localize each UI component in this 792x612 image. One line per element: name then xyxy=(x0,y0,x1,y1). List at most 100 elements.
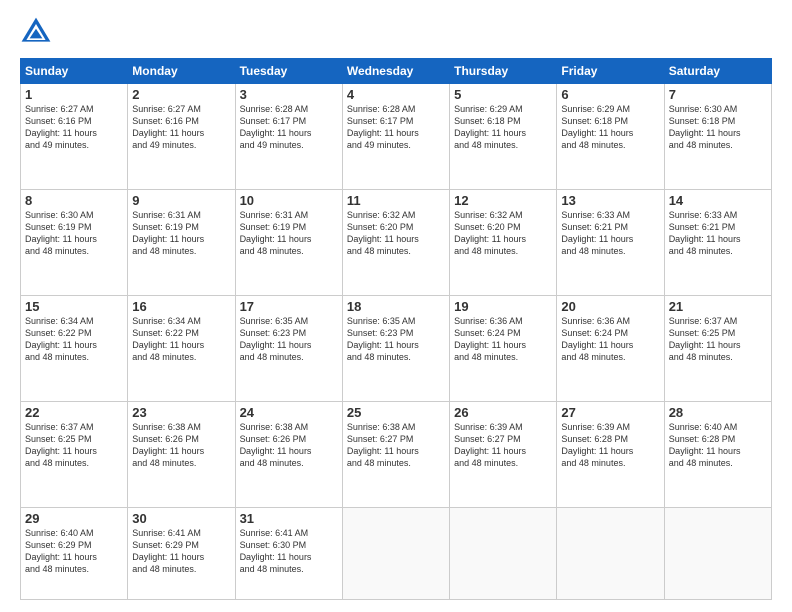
calendar-cell: 4Sunrise: 6:28 AM Sunset: 6:17 PM Daylig… xyxy=(342,84,449,190)
calendar-body: 1 Sunrise: 6:27 AM Sunset: 6:16 PM Daylig… xyxy=(21,84,772,600)
day-number: 15 xyxy=(25,299,123,314)
calendar-cell xyxy=(664,507,771,599)
calendar-cell: 16Sunrise: 6:34 AM Sunset: 6:22 PM Dayli… xyxy=(128,295,235,401)
day-number: 26 xyxy=(454,405,552,420)
day-number: 1 xyxy=(25,87,123,102)
day-number: 31 xyxy=(240,511,338,526)
calendar-cell: 19Sunrise: 6:36 AM Sunset: 6:24 PM Dayli… xyxy=(450,295,557,401)
calendar-cell: 6Sunrise: 6:29 AM Sunset: 6:18 PM Daylig… xyxy=(557,84,664,190)
calendar-cell: 11Sunrise: 6:32 AM Sunset: 6:20 PM Dayli… xyxy=(342,189,449,295)
cell-info: Sunrise: 6:38 AM Sunset: 6:26 PM Dayligh… xyxy=(132,421,230,470)
day-number: 12 xyxy=(454,193,552,208)
day-number: 29 xyxy=(25,511,123,526)
day-number: 23 xyxy=(132,405,230,420)
calendar-cell: 25Sunrise: 6:38 AM Sunset: 6:27 PM Dayli… xyxy=(342,401,449,507)
calendar-cell: 30Sunrise: 6:41 AM Sunset: 6:29 PM Dayli… xyxy=(128,507,235,599)
weekday-header: Monday xyxy=(128,59,235,84)
calendar-week-row: 29Sunrise: 6:40 AM Sunset: 6:29 PM Dayli… xyxy=(21,507,772,599)
day-number: 9 xyxy=(132,193,230,208)
cell-info: Sunrise: 6:36 AM Sunset: 6:24 PM Dayligh… xyxy=(561,315,659,364)
calendar-cell: 10Sunrise: 6:31 AM Sunset: 6:19 PM Dayli… xyxy=(235,189,342,295)
calendar-cell: 15Sunrise: 6:34 AM Sunset: 6:22 PM Dayli… xyxy=(21,295,128,401)
calendar-cell: 31Sunrise: 6:41 AM Sunset: 6:30 PM Dayli… xyxy=(235,507,342,599)
weekday-header: Thursday xyxy=(450,59,557,84)
weekday-header: Saturday xyxy=(664,59,771,84)
cell-info: Sunrise: 6:39 AM Sunset: 6:28 PM Dayligh… xyxy=(561,421,659,470)
day-number: 14 xyxy=(669,193,767,208)
cell-info: Sunrise: 6:35 AM Sunset: 6:23 PM Dayligh… xyxy=(347,315,445,364)
cell-info: Sunrise: 6:27 AM Sunset: 6:16 PM Dayligh… xyxy=(132,103,230,152)
calendar-cell: 9Sunrise: 6:31 AM Sunset: 6:19 PM Daylig… xyxy=(128,189,235,295)
cell-info: Sunrise: 6:36 AM Sunset: 6:24 PM Dayligh… xyxy=(454,315,552,364)
cell-info: Sunrise: 6:40 AM Sunset: 6:29 PM Dayligh… xyxy=(25,527,123,576)
day-number: 11 xyxy=(347,193,445,208)
calendar-week-row: 1 Sunrise: 6:27 AM Sunset: 6:16 PM Daylig… xyxy=(21,84,772,190)
cell-info: Sunrise: 6:29 AM Sunset: 6:18 PM Dayligh… xyxy=(561,103,659,152)
day-number: 27 xyxy=(561,405,659,420)
weekday-header: Tuesday xyxy=(235,59,342,84)
day-number: 5 xyxy=(454,87,552,102)
cell-info: Sunrise: 6:31 AM Sunset: 6:19 PM Dayligh… xyxy=(240,209,338,258)
calendar-cell: 28Sunrise: 6:40 AM Sunset: 6:28 PM Dayli… xyxy=(664,401,771,507)
cell-info: Sunrise: 6:41 AM Sunset: 6:30 PM Dayligh… xyxy=(240,527,338,576)
logo xyxy=(20,16,56,48)
calendar-cell xyxy=(557,507,664,599)
cell-info: Sunrise: 6:37 AM Sunset: 6:25 PM Dayligh… xyxy=(25,421,123,470)
cell-info: Sunrise: 6:38 AM Sunset: 6:27 PM Dayligh… xyxy=(347,421,445,470)
calendar-cell: 3Sunrise: 6:28 AM Sunset: 6:17 PM Daylig… xyxy=(235,84,342,190)
day-number: 18 xyxy=(347,299,445,314)
cell-info: Sunrise: 6:33 AM Sunset: 6:21 PM Dayligh… xyxy=(561,209,659,258)
calendar: SundayMondayTuesdayWednesdayThursdayFrid… xyxy=(20,58,772,600)
cell-info: Sunrise: 6:30 AM Sunset: 6:18 PM Dayligh… xyxy=(669,103,767,152)
cell-info: Sunrise: 6:39 AM Sunset: 6:27 PM Dayligh… xyxy=(454,421,552,470)
calendar-cell xyxy=(342,507,449,599)
cell-info: Sunrise: 6:38 AM Sunset: 6:26 PM Dayligh… xyxy=(240,421,338,470)
day-number: 20 xyxy=(561,299,659,314)
calendar-cell: 5Sunrise: 6:29 AM Sunset: 6:18 PM Daylig… xyxy=(450,84,557,190)
calendar-cell xyxy=(450,507,557,599)
weekday-header: Wednesday xyxy=(342,59,449,84)
calendar-cell: 24Sunrise: 6:38 AM Sunset: 6:26 PM Dayli… xyxy=(235,401,342,507)
page: SundayMondayTuesdayWednesdayThursdayFrid… xyxy=(0,0,792,612)
calendar-cell: 14Sunrise: 6:33 AM Sunset: 6:21 PM Dayli… xyxy=(664,189,771,295)
calendar-header: SundayMondayTuesdayWednesdayThursdayFrid… xyxy=(21,59,772,84)
day-number: 17 xyxy=(240,299,338,314)
calendar-cell: 13Sunrise: 6:33 AM Sunset: 6:21 PM Dayli… xyxy=(557,189,664,295)
calendar-cell: 22Sunrise: 6:37 AM Sunset: 6:25 PM Dayli… xyxy=(21,401,128,507)
cell-info: Sunrise: 6:29 AM Sunset: 6:18 PM Dayligh… xyxy=(454,103,552,152)
cell-info: Sunrise: 6:34 AM Sunset: 6:22 PM Dayligh… xyxy=(132,315,230,364)
cell-info: Sunrise: 6:34 AM Sunset: 6:22 PM Dayligh… xyxy=(25,315,123,364)
day-number: 6 xyxy=(561,87,659,102)
calendar-cell: 27Sunrise: 6:39 AM Sunset: 6:28 PM Dayli… xyxy=(557,401,664,507)
cell-info: Sunrise: 6:37 AM Sunset: 6:25 PM Dayligh… xyxy=(669,315,767,364)
day-number: 16 xyxy=(132,299,230,314)
day-number: 22 xyxy=(25,405,123,420)
logo-icon xyxy=(20,16,52,48)
calendar-week-row: 8Sunrise: 6:30 AM Sunset: 6:19 PM Daylig… xyxy=(21,189,772,295)
day-number: 24 xyxy=(240,405,338,420)
day-number: 2 xyxy=(132,87,230,102)
cell-info: Sunrise: 6:28 AM Sunset: 6:17 PM Dayligh… xyxy=(347,103,445,152)
calendar-cell: 20Sunrise: 6:36 AM Sunset: 6:24 PM Dayli… xyxy=(557,295,664,401)
day-number: 13 xyxy=(561,193,659,208)
day-number: 21 xyxy=(669,299,767,314)
cell-info: Sunrise: 6:32 AM Sunset: 6:20 PM Dayligh… xyxy=(454,209,552,258)
calendar-cell: 8Sunrise: 6:30 AM Sunset: 6:19 PM Daylig… xyxy=(21,189,128,295)
day-number: 30 xyxy=(132,511,230,526)
day-number: 28 xyxy=(669,405,767,420)
day-number: 10 xyxy=(240,193,338,208)
cell-info: Sunrise: 6:31 AM Sunset: 6:19 PM Dayligh… xyxy=(132,209,230,258)
weekday-header: Sunday xyxy=(21,59,128,84)
day-number: 19 xyxy=(454,299,552,314)
cell-info: Sunrise: 6:32 AM Sunset: 6:20 PM Dayligh… xyxy=(347,209,445,258)
day-number: 7 xyxy=(669,87,767,102)
weekday-header: Friday xyxy=(557,59,664,84)
day-number: 8 xyxy=(25,193,123,208)
day-number: 3 xyxy=(240,87,338,102)
cell-info: Sunrise: 6:41 AM Sunset: 6:29 PM Dayligh… xyxy=(132,527,230,576)
calendar-cell: 21Sunrise: 6:37 AM Sunset: 6:25 PM Dayli… xyxy=(664,295,771,401)
calendar-cell: 26Sunrise: 6:39 AM Sunset: 6:27 PM Dayli… xyxy=(450,401,557,507)
cell-info: Sunrise: 6:30 AM Sunset: 6:19 PM Dayligh… xyxy=(25,209,123,258)
cell-info: Sunrise: 6:35 AM Sunset: 6:23 PM Dayligh… xyxy=(240,315,338,364)
calendar-week-row: 15Sunrise: 6:34 AM Sunset: 6:22 PM Dayli… xyxy=(21,295,772,401)
